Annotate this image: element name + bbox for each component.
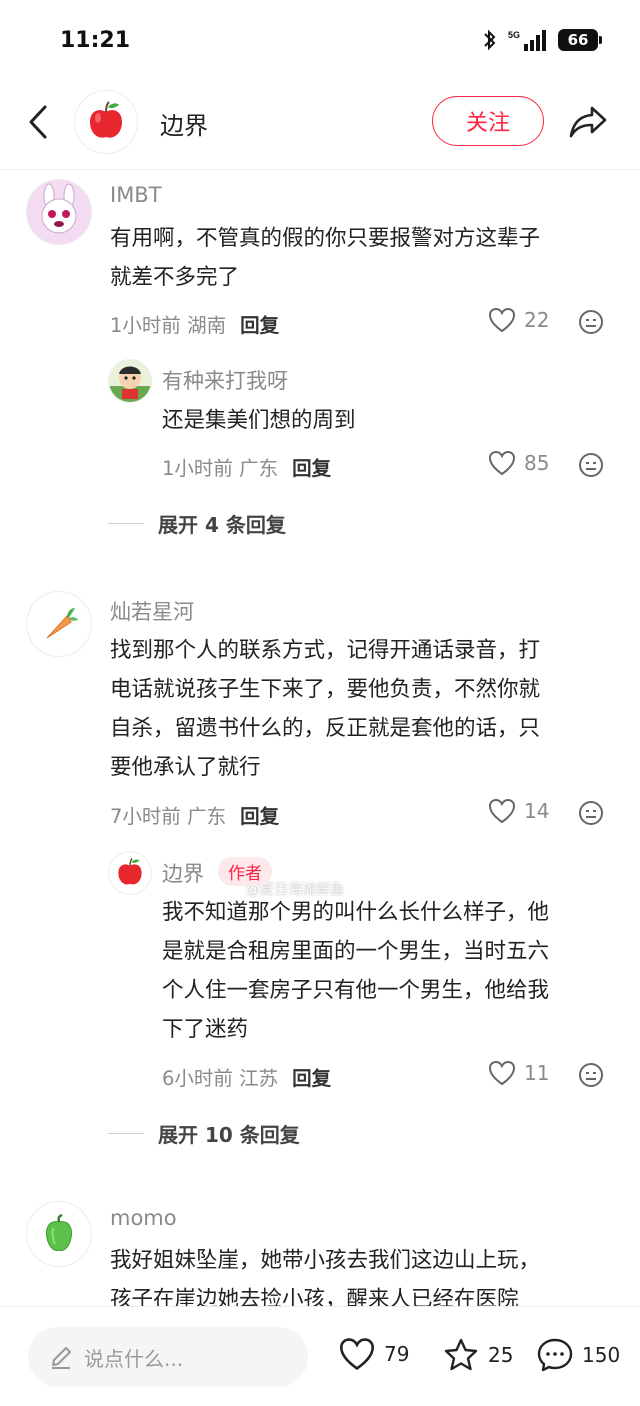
- back-button[interactable]: [18, 102, 58, 142]
- comment-meta: 1小时前 湖南 回复: [110, 309, 279, 338]
- bluetooth-icon: [484, 29, 496, 51]
- status-icons: 5G 66: [482, 28, 602, 52]
- expand-replies-label: 展开 10 条回复: [158, 1123, 300, 1147]
- dislike-face-icon[interactable]: [578, 309, 604, 335]
- comment-line: 我好姐妹坠崖，她带小孩去我们这边山上玩，: [110, 1248, 541, 1273]
- commenter-name[interactable]: IMBT: [110, 183, 162, 207]
- commenter-name[interactable]: 有种来打我呀: [162, 365, 288, 395]
- battery-indicator: 66: [558, 29, 602, 51]
- commenter-name: 边界 作者: [162, 857, 272, 888]
- commenter-avatar[interactable]: [26, 1201, 92, 1267]
- pencil-icon: [52, 1347, 71, 1369]
- like-button[interactable]: 14: [488, 798, 549, 824]
- comment-list: IMBT 有用啊，不管真的假的你只要报警对方这辈子 就差不多完了 1小时前 湖南…: [0, 171, 640, 1306]
- heart-icon: [339, 1338, 375, 1370]
- status-time: 11:21: [60, 28, 131, 53]
- green-pepper-icon: [46, 1213, 72, 1251]
- comment-line: 就差不多完了: [110, 265, 240, 290]
- signal-icon: 5G: [508, 30, 546, 51]
- post-comment-count: 150: [582, 1343, 621, 1367]
- apple-icon: [118, 857, 142, 885]
- expand-replies-label: 展开 4 条回复: [158, 513, 286, 537]
- follow-button[interactable]: 关注: [432, 96, 544, 146]
- divider: [108, 523, 144, 524]
- comment-bubble-icon: [537, 1338, 573, 1372]
- comment-meta: 6小时前 江苏 回复: [162, 1062, 331, 1091]
- post-like-count: 79: [384, 1342, 410, 1366]
- expand-replies-button[interactable]: 展开 4 条回复: [108, 509, 286, 538]
- author-badge: 作者: [218, 857, 272, 886]
- comment-time: 1小时前 湖南: [110, 314, 227, 337]
- expand-replies-button[interactable]: 展开 10 条回复: [108, 1119, 300, 1148]
- chevron-left-icon: [29, 105, 47, 139]
- dislike-face-icon[interactable]: [578, 452, 604, 478]
- like-post-button[interactable]: 79: [338, 1337, 409, 1371]
- commenter-name-text[interactable]: 边界: [162, 862, 204, 886]
- heart-icon: [488, 307, 516, 333]
- like-button[interactable]: 11: [488, 1060, 549, 1086]
- like-count: 14: [524, 799, 550, 823]
- comment-line: 我不知道那个男的叫什么长什么样子，他: [162, 900, 550, 925]
- share-button[interactable]: [566, 100, 610, 144]
- like-count: 11: [524, 1061, 550, 1085]
- post-star-count: 25: [488, 1343, 514, 1367]
- comment-line: 找到那个人的联系方式，记得开通话录音，打: [110, 638, 541, 663]
- bottom-action-bar: 说点什么... 79 25 150: [0, 1306, 640, 1406]
- comment-text: 还是集美们想的周到: [162, 401, 356, 440]
- reply-button[interactable]: 回复: [240, 800, 279, 829]
- author-name[interactable]: 边界: [160, 106, 208, 141]
- apple-icon: [90, 101, 122, 138]
- comment-post-button[interactable]: 150: [536, 1337, 620, 1373]
- comment-text: 我好姐妹坠崖，她带小孩去我们这边山上玩， 孩子在崖边她去捡小孩，醒来人已经在医院: [110, 1241, 540, 1306]
- reply-button[interactable]: 回复: [292, 1062, 331, 1091]
- commenter-name[interactable]: 灿若星河: [110, 596, 194, 626]
- heart-icon: [488, 1060, 516, 1086]
- collect-post-button[interactable]: 25: [442, 1337, 513, 1373]
- comment-line: 电话就说孩子生下来了，要他负责，不然你就: [110, 677, 541, 702]
- comment-time: 6小时前 江苏: [162, 1067, 279, 1090]
- reply-button[interactable]: 回复: [292, 452, 331, 481]
- divider: [108, 1133, 144, 1134]
- comment-meta: 7小时前 广东 回复: [110, 800, 279, 829]
- commenter-avatar[interactable]: [26, 591, 92, 657]
- commenter-avatar[interactable]: [26, 179, 92, 245]
- commenter-avatar[interactable]: [108, 359, 152, 403]
- commenter-name[interactable]: momo: [110, 1206, 177, 1230]
- comment-text: 有用啊，不管真的假的你只要报警对方这辈子 就差不多完了: [110, 219, 540, 297]
- comment-input-placeholder: 说点什么...: [84, 1346, 184, 1371]
- comment-line: 孩子在崖边她去捡小孩，醒来人已经在医院: [110, 1287, 519, 1306]
- comment-line: 有用啊，不管真的假的你只要报警对方这辈子: [110, 226, 541, 251]
- cartoon-boy-icon: [109, 366, 151, 402]
- commenter-avatar[interactable]: [108, 851, 152, 895]
- comment-text: 找到那个人的联系方式，记得开通话录音，打 电话就说孩子生下来了，要他负责，不然你…: [110, 631, 540, 787]
- star-icon: [444, 1338, 478, 1371]
- comment-line: 个人住一套房子只有他一个男生，他给我: [162, 978, 550, 1003]
- like-button[interactable]: 85: [488, 450, 549, 476]
- cartoon-rabbit-icon: [41, 183, 77, 234]
- heart-icon: [488, 450, 516, 476]
- comment-input[interactable]: 说点什么...: [28, 1327, 308, 1387]
- status-bar: 11:21 5G 66: [0, 0, 640, 84]
- heart-icon: [488, 798, 516, 824]
- comment-text: 我不知道那个男的叫什么长什么样子，他 是就是合租房里面的一个男生，当时五六 个人…: [162, 893, 549, 1049]
- comment-line: 自杀，留遗书什么的，反正就是套他的话，只: [110, 716, 541, 741]
- author-avatar[interactable]: [74, 90, 138, 154]
- comment-line: 是就是合租房里面的一个男生，当时五六: [162, 939, 550, 964]
- comment-line: 要他承认了就行: [110, 755, 261, 780]
- comment-line: 还是集美们想的周到: [162, 408, 356, 433]
- carrot-icon: [46, 608, 78, 639]
- reply-button[interactable]: 回复: [240, 309, 279, 338]
- top-nav: 边界 关注: [0, 84, 640, 170]
- comment-time: 1小时前 广东: [162, 457, 279, 480]
- share-icon: [569, 106, 607, 138]
- like-count: 85: [524, 451, 550, 475]
- like-button[interactable]: 22: [488, 307, 549, 333]
- like-count: 22: [524, 308, 550, 332]
- dislike-face-icon[interactable]: [578, 1062, 604, 1088]
- network-label: 5G: [508, 30, 520, 40]
- comment-meta: 1小时前 广东 回复: [162, 452, 331, 481]
- dislike-face-icon[interactable]: [578, 800, 604, 826]
- comment-line: 下了迷药: [162, 1017, 249, 1042]
- comment-time: 7小时前 广东: [110, 805, 227, 828]
